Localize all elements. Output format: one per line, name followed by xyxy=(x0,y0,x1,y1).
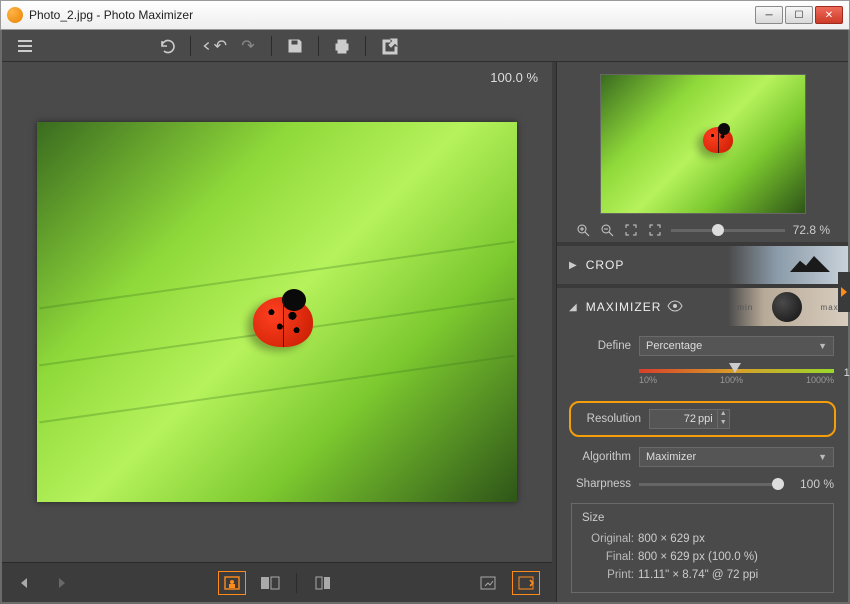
image-viewport[interactable]: 100.0 % xyxy=(2,62,552,562)
panel-collapse-tab[interactable] xyxy=(838,272,850,312)
size-label: Size xyxy=(582,512,823,524)
chevron-down-icon: ◢ xyxy=(569,302,578,313)
menu-button[interactable] xyxy=(12,33,38,59)
window-minimize-button[interactable]: ─ xyxy=(755,6,783,24)
define-label: Define xyxy=(571,340,631,352)
maximizer-section-label: MAXIMIZER xyxy=(586,300,662,314)
algorithm-label: Algorithm xyxy=(571,451,631,463)
resolution-field[interactable] xyxy=(650,413,698,425)
algorithm-select-value: Maximizer xyxy=(646,451,696,463)
view-split-button[interactable] xyxy=(256,571,284,595)
next-image-button[interactable] xyxy=(52,571,80,595)
view-single-button[interactable] xyxy=(218,571,246,595)
prev-image-button[interactable] xyxy=(14,571,42,595)
resolution-unit: ppi xyxy=(698,413,717,425)
flip-compare-button[interactable] xyxy=(309,571,337,595)
resolution-step-down[interactable]: ▼ xyxy=(718,419,729,428)
zoom-out-icon[interactable] xyxy=(599,222,615,238)
undo-history-button[interactable] xyxy=(154,33,180,59)
sharpness-slider[interactable] xyxy=(639,483,784,486)
preview-zoom-label: 72.8 % xyxy=(793,223,830,237)
resolution-highlight: Resolution ppi ▲▼ xyxy=(569,401,836,437)
resolution-label: Resolution xyxy=(581,413,641,425)
dropdown-icon: ▼ xyxy=(818,341,827,351)
resolution-step-up[interactable]: ▲ xyxy=(718,410,729,419)
divider xyxy=(271,36,272,56)
percentage-value: 100.0 % xyxy=(844,367,850,379)
zoom-in-icon[interactable] xyxy=(575,222,591,238)
crop-section-label: CROP xyxy=(586,258,625,272)
export-button[interactable] xyxy=(376,33,402,59)
divider xyxy=(296,573,297,593)
side-panel: 72.8 % ▶ CROP ◢ MAXIMIZER min max xyxy=(556,62,848,602)
preview-zoom-slider[interactable] xyxy=(671,229,785,232)
dropdown-icon: ▼ xyxy=(818,452,827,462)
visibility-eye-icon[interactable] xyxy=(667,300,683,315)
maximizer-section-body: Define Percentage ▼ 100.0 % 10% 100% 100… xyxy=(557,326,848,603)
undo-button[interactable]: ↶ xyxy=(201,33,227,59)
fit-icon[interactable] xyxy=(623,222,639,238)
divider xyxy=(318,36,319,56)
chevron-right-icon: ▶ xyxy=(569,260,578,271)
size-final-value: 800 × 629 px (100.0 %) xyxy=(638,551,758,563)
divider xyxy=(365,36,366,56)
sharpness-value: 100 % xyxy=(792,477,834,491)
sharpness-label: Sharpness xyxy=(571,478,631,490)
app-icon xyxy=(7,7,23,23)
fit-screen-button[interactable] xyxy=(474,571,502,595)
resolution-input[interactable]: ppi ▲▼ xyxy=(649,409,730,429)
window-titlebar: Photo_2.jpg - Photo Maximizer ─ ☐ ✕ xyxy=(0,0,850,30)
maximizer-section-header[interactable]: ◢ MAXIMIZER min max xyxy=(557,288,848,326)
main-area: 100.0 % xyxy=(2,62,552,602)
window-close-button[interactable]: ✕ xyxy=(815,6,843,24)
define-select-value: Percentage xyxy=(646,340,702,352)
viewport-zoom-label: 100.0 % xyxy=(490,70,538,85)
size-panel: Size Original:800 × 629 px Final:800 × 6… xyxy=(571,503,834,593)
bottom-command-bar xyxy=(2,562,552,602)
actual-icon[interactable] xyxy=(647,222,663,238)
maximizer-header-graphic: min max xyxy=(728,288,848,326)
actual-size-button[interactable] xyxy=(512,571,540,595)
define-select[interactable]: Percentage ▼ xyxy=(639,336,834,356)
percentage-slider[interactable]: 100.0 % 10% 100% 1000% xyxy=(639,369,834,391)
crop-header-graphic xyxy=(728,246,848,284)
divider xyxy=(190,36,191,56)
redo-button[interactable]: ↷ xyxy=(235,33,261,59)
dial-icon xyxy=(772,292,802,322)
preview-thumbnail[interactable] xyxy=(600,74,806,214)
window-maximize-button[interactable]: ☐ xyxy=(785,6,813,24)
window-title: Photo_2.jpg - Photo Maximizer xyxy=(29,8,193,22)
crop-section-header[interactable]: ▶ CROP xyxy=(557,246,848,284)
algorithm-select[interactable]: Maximizer ▼ xyxy=(639,447,834,467)
top-toolbar: ↶ ↷ xyxy=(2,30,848,62)
print-button[interactable] xyxy=(329,33,355,59)
photo-canvas xyxy=(37,122,517,502)
save-button[interactable] xyxy=(282,33,308,59)
size-original-value: 800 × 629 px xyxy=(638,533,705,545)
size-print-value: 11.11" × 8.74" @ 72 ppi xyxy=(638,569,758,581)
